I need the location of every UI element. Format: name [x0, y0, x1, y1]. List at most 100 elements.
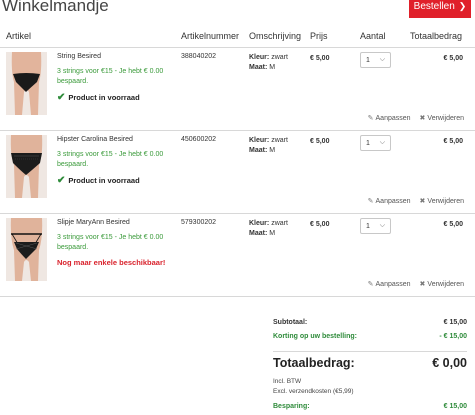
stock-status: Nog maar enkele beschikbaar!: [57, 258, 165, 267]
remove-button[interactable]: ✖ Verwijderen: [419, 114, 464, 123]
row-divider: [0, 296, 475, 297]
grand-total-value: € 0,00: [432, 356, 467, 370]
promo-text: 3 strings voor €15 - Je hebt € 0.00 besp…: [57, 234, 164, 251]
stock-status: ✔ Product in voorraad: [57, 92, 140, 103]
article-number: 579300202: [181, 219, 217, 226]
grand-total-row: Totaalbedrag: € 0,00: [273, 356, 467, 370]
subtotal-row: Subtotaal: € 15,00: [273, 319, 467, 326]
remove-button[interactable]: ✖ Verwijderen: [419, 280, 464, 289]
remove-button[interactable]: ✖ Verwijderen: [419, 197, 464, 206]
col-header-description: Omschrijving: [249, 31, 302, 41]
size-value: M: [269, 64, 276, 72]
subtotal-value: € 15,00: [443, 319, 467, 326]
discount-value: - € 15,00: [439, 333, 467, 340]
unit-price: € 5,00: [310, 221, 330, 228]
color-label: Kleur:: [249, 54, 270, 61]
check-icon: ✔: [57, 92, 66, 103]
color-label: Kleur:: [249, 220, 270, 227]
discount-row: Korting op uw bestelling: - € 15,00: [273, 333, 467, 340]
edit-button[interactable]: ✎ Aanpassen: [367, 197, 411, 206]
chevron-down-icon: ⌵: [379, 222, 385, 229]
promo-text: 3 strings voor €15 - Je hebt € 0.00 besp…: [57, 151, 164, 168]
color-value: zwart: [271, 220, 288, 227]
subtotal-label: Subtotaal:: [273, 319, 308, 326]
edit-button[interactable]: ✎ Aanpassen: [367, 280, 411, 289]
size-label: Maat:: [249, 230, 268, 238]
quantity-select[interactable]: 1 ⌵: [360, 135, 391, 151]
description: Kleur: zwart Maat: M: [249, 219, 288, 239]
quantity-select[interactable]: 1 ⌵: [360, 218, 391, 234]
color-label: Kleur:: [249, 137, 270, 144]
remove-label: Verwijderen: [427, 114, 464, 122]
stock-status: ✔ Product in voorraad: [57, 175, 140, 186]
color-value: zwart: [271, 54, 288, 61]
size-label: Maat:: [249, 147, 268, 155]
stock-label: Product in voorraad: [68, 93, 140, 102]
color-value: zwart: [271, 137, 288, 144]
savings-label: Besparing:: [273, 403, 310, 410]
shipping-note: Excl. verzendkosten (€5,99): [273, 388, 354, 395]
description: Kleur: zwart Maat: M: [249, 136, 288, 156]
chevron-down-icon: ⌵: [379, 56, 385, 63]
size-label: Maat:: [249, 64, 268, 72]
grand-total-label: Totaalbedrag:: [273, 356, 355, 370]
product-image[interactable]: [6, 135, 47, 198]
col-header-artnr: Artikelnummer: [181, 31, 240, 41]
cart-row: String Besired 3 strings voor €15 - Je h…: [0, 48, 475, 131]
order-button-label: Bestellen: [413, 0, 455, 12]
product-name[interactable]: String Besired: [57, 53, 101, 60]
remove-label: Verwijderen: [427, 197, 464, 205]
product-name[interactable]: Hipster Carolina Besired: [57, 136, 133, 143]
stock-label: Nog maar enkele beschikbaar!: [57, 258, 166, 267]
article-number: 388040202: [181, 53, 217, 60]
col-header-article: Artikel: [6, 31, 32, 41]
line-total: € 5,00: [443, 55, 463, 62]
description: Kleur: zwart Maat: M: [249, 53, 288, 73]
cart-row: Slipje MaryAnn Besired 3 strings voor €1…: [0, 214, 475, 297]
size-value: M: [269, 147, 276, 155]
article-number: 450600202: [181, 136, 217, 143]
close-icon: ✖: [419, 115, 426, 122]
page-title: Winkelmandje: [2, 0, 109, 15]
col-header-total: Totaalbedrag: [410, 31, 463, 41]
product-image[interactable]: [6, 52, 47, 115]
savings-value: € 15,00: [443, 403, 467, 410]
col-header-price: Prijs: [310, 31, 328, 41]
row-actions: ✎ Aanpassen ✖ Verwijderen: [368, 114, 464, 123]
stock-label: Product in voorraad: [68, 176, 140, 185]
col-header-quantity: Aantal: [360, 31, 386, 41]
edit-label: Aanpassen: [375, 114, 411, 122]
remove-label: Verwijderen: [427, 280, 464, 288]
product-image[interactable]: [6, 218, 47, 281]
edit-label: Aanpassen: [375, 280, 411, 288]
vat-note: Incl. BTW: [273, 378, 302, 385]
close-icon: ✖: [419, 198, 426, 205]
chevron-right-icon: ❯: [458, 0, 467, 11]
quantity-value: 1: [366, 56, 370, 64]
quantity-value: 1: [366, 139, 370, 147]
summary-divider: [273, 351, 467, 352]
quantity-value: 1: [366, 222, 370, 230]
size-value: M: [269, 230, 276, 238]
close-icon: ✖: [419, 281, 426, 288]
product-name[interactable]: Slipje MaryAnn Besired: [57, 219, 130, 226]
quantity-select[interactable]: 1 ⌵: [360, 52, 391, 68]
promo-text: 3 strings voor €15 - Je hebt € 0.00 besp…: [57, 68, 164, 85]
pencil-icon: ✎: [367, 281, 374, 288]
column-headers: Artikel Artikelnummer Omschrijving Prijs…: [0, 31, 475, 45]
line-total: € 5,00: [443, 138, 463, 145]
discount-label: Korting op uw bestelling:: [273, 333, 357, 340]
cart-row: Hipster Carolina Besired 3 strings voor …: [0, 131, 475, 214]
pencil-icon: ✎: [367, 198, 374, 205]
order-button[interactable]: Bestellen ❯: [409, 0, 471, 18]
unit-price: € 5,00: [310, 138, 330, 145]
row-actions: ✎ Aanpassen ✖ Verwijderen: [367, 280, 464, 289]
edit-label: Aanpassen: [375, 197, 411, 205]
chevron-down-icon: ⌵: [379, 139, 385, 146]
edit-button[interactable]: ✎ Aanpassen: [368, 114, 411, 123]
unit-price: € 5,00: [310, 55, 330, 62]
row-actions: ✎ Aanpassen ✖ Verwijderen: [367, 197, 464, 206]
check-icon: ✔: [57, 175, 66, 186]
savings-row: Besparing: € 15,00: [273, 403, 467, 410]
line-total: € 5,00: [443, 221, 463, 228]
